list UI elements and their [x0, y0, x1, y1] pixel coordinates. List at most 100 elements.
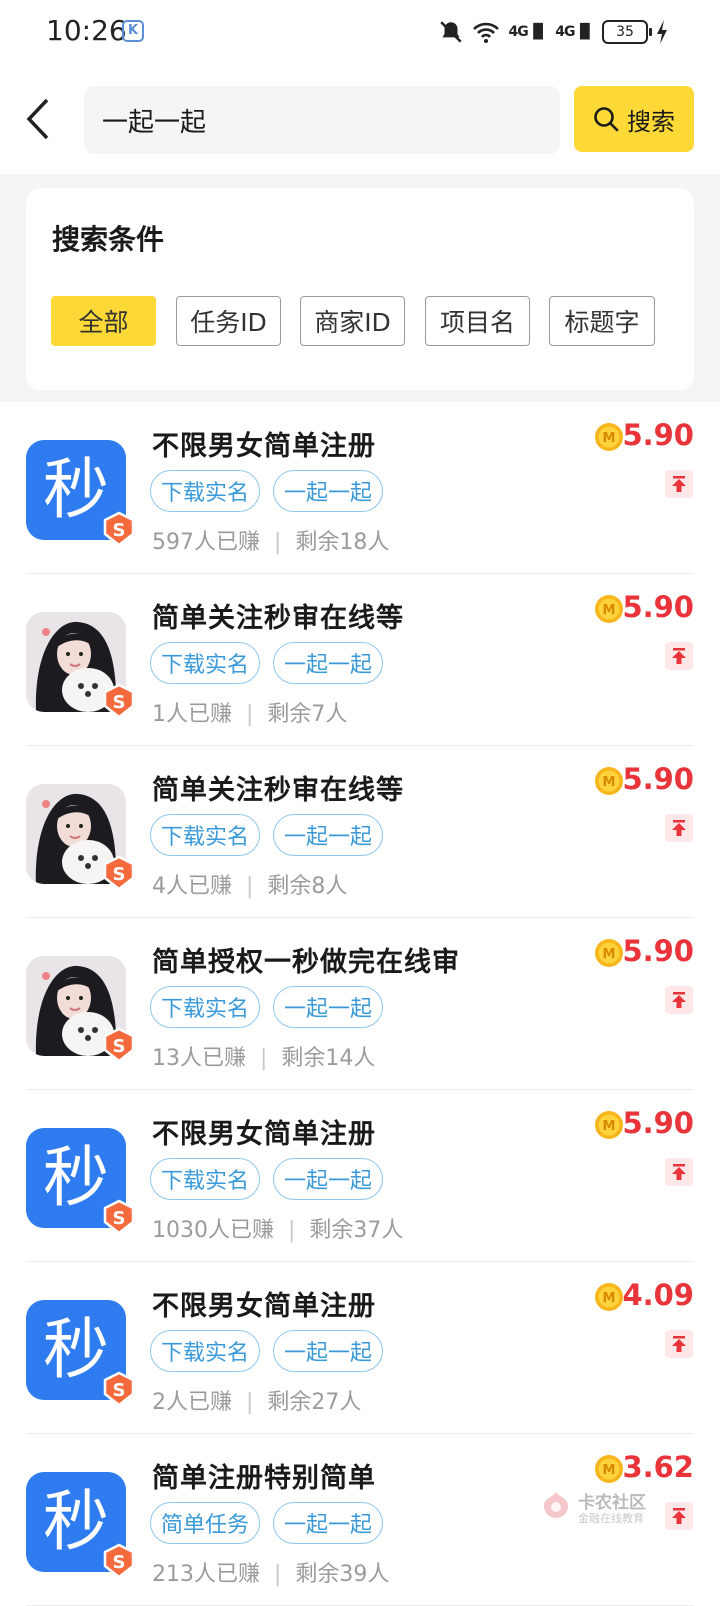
coin-icon: M	[595, 1111, 623, 1139]
pin-top-button[interactable]	[665, 1158, 693, 1186]
arrow-up-icon	[672, 820, 686, 836]
stats-separator: |	[246, 702, 254, 727]
search-button-label: 搜索	[627, 107, 675, 136]
task-stats: 13人已赚 | 剩余14人	[152, 1040, 375, 1072]
verified-badge-letter: S	[113, 1552, 126, 1573]
pin-top-button[interactable]	[665, 1330, 693, 1358]
task-app-logo: 秒S	[26, 440, 135, 547]
task-title: 简单关注秒审在线等	[152, 603, 404, 634]
verified-badge-icon: S	[103, 1199, 135, 1235]
verified-badge-letter: S	[113, 1380, 126, 1401]
mute-bell-icon	[440, 21, 463, 43]
task-tag: 一起一起	[273, 1330, 383, 1372]
task-remaining-count: 剩余39人	[295, 1562, 390, 1587]
watermark: 卡农社区 金融在线教育	[540, 1488, 660, 1528]
task-item[interactable]: 秒 S 不限男女简单注册 下载实名 一起一起 2人已赚 | 剩余27人 M 4.09	[0, 1262, 720, 1434]
task-stats: 213人已赚 | 剩余39人	[152, 1556, 389, 1588]
task-tag: 简单任务	[150, 1502, 260, 1544]
verified-badge-icon: S	[103, 855, 135, 891]
task-stats: 597人已赚 | 剩余18人	[152, 524, 389, 556]
watermark-subtitle: 金融在线教育	[578, 1512, 644, 1525]
coin-icon: M	[595, 1455, 623, 1483]
pin-top-button[interactable]	[665, 814, 693, 842]
search-box[interactable]	[84, 86, 560, 154]
arrow-up-icon	[672, 1508, 686, 1524]
task-list: 秒 S 不限男女简单注册 下载实名 一起一起 597人已赚 | 剩余18人 M 5.90 S 简单关注…	[0, 402, 720, 1606]
chip-task-id[interactable]: 任务ID	[176, 296, 281, 346]
status-time: 10:26	[46, 14, 127, 47]
arrow-up-icon	[672, 1164, 686, 1180]
coin-icon: M	[595, 595, 623, 623]
verified-badge-letter: S	[113, 520, 126, 541]
task-title: 简单注册特别简单	[152, 1463, 376, 1494]
task-earned-count: 597人已赚	[152, 530, 260, 555]
coin-letter: M	[603, 431, 616, 446]
pin-top-button[interactable]	[665, 642, 693, 670]
task-stats: 1030人已赚 | 剩余37人	[152, 1212, 403, 1244]
coin-icon: M	[595, 767, 623, 795]
watermark-logo-icon	[544, 1492, 568, 1518]
task-avatar-photo: S	[26, 956, 135, 1063]
pin-top-button[interactable]	[665, 986, 693, 1014]
task-title: 不限男女简单注册	[152, 431, 376, 462]
task-earned-count: 2人已赚	[152, 1390, 232, 1415]
task-item[interactable]: 秒 S 不限男女简单注册 下载实名 一起一起 597人已赚 | 剩余18人 M 5.90	[0, 402, 720, 574]
verified-badge-letter: S	[113, 692, 126, 713]
task-tag: 下载实名	[150, 814, 260, 856]
task-price: 5.90	[622, 762, 694, 796]
charging-icon	[657, 20, 667, 44]
chip-title-keyword[interactable]: 标题字	[549, 296, 655, 346]
chip-project-name[interactable]: 项目名	[425, 296, 530, 346]
stats-separator: |	[288, 1218, 296, 1243]
filter-title: 搜索条件	[52, 223, 165, 256]
verified-badge-letter: S	[113, 1208, 126, 1229]
task-item[interactable]: S 简单授权一秒做完在线审 下载实名 一起一起 13人已赚 | 剩余14人 M 5.90	[0, 918, 720, 1090]
stats-separator: |	[274, 1562, 282, 1587]
coin-icon: M	[595, 423, 623, 451]
task-remaining-count: 剩余18人	[295, 530, 390, 555]
coin-icon: M	[595, 1283, 623, 1311]
task-stats: 4人已赚 | 剩余8人	[152, 868, 347, 900]
task-price: 4.09	[622, 1278, 694, 1312]
stats-separator: |	[274, 530, 282, 555]
verified-badge-icon: S	[103, 1027, 135, 1063]
task-remaining-count: 剩余8人	[267, 874, 348, 899]
search-input[interactable]	[102, 86, 542, 154]
pin-top-button[interactable]	[665, 470, 693, 498]
task-title: 不限男女简单注册	[152, 1291, 376, 1322]
chip-merchant-id[interactable]: 商家ID	[300, 296, 405, 346]
filter-card: 搜索条件 全部 任务ID 商家ID 项目名 标题字	[26, 188, 694, 390]
task-price: 5.90	[622, 418, 694, 452]
task-tag: 一起一起	[273, 1158, 383, 1200]
arrow-up-icon	[672, 648, 686, 664]
back-button[interactable]	[16, 94, 60, 144]
chip-all[interactable]: 全部	[51, 296, 156, 346]
task-remaining-count: 剩余7人	[267, 702, 348, 727]
task-tag: 一起一起	[273, 642, 383, 684]
task-tag: 一起一起	[273, 1502, 383, 1544]
verified-badge-letter: S	[113, 1036, 126, 1057]
task-tag: 下载实名	[150, 470, 260, 512]
verified-badge-icon: S	[103, 1543, 135, 1579]
search-button[interactable]: 搜索	[574, 86, 694, 152]
task-tag: 一起一起	[273, 814, 383, 856]
task-item[interactable]: S 简单关注秒审在线等 下载实名 一起一起 4人已赚 | 剩余8人 M 5.90	[0, 746, 720, 918]
task-earned-count: 13人已赚	[152, 1046, 246, 1071]
battery-icon: 35	[602, 20, 652, 44]
task-item[interactable]: S 简单关注秒审在线等 下载实名 一起一起 1人已赚 | 剩余7人 M 5.90	[0, 574, 720, 746]
task-tag: 下载实名	[150, 1330, 260, 1372]
coin-letter: M	[603, 1463, 616, 1478]
coin-letter: M	[603, 1291, 616, 1306]
coin-letter: M	[603, 603, 616, 618]
arrow-up-icon	[672, 1336, 686, 1352]
task-item[interactable]: 秒 S 不限男女简单注册 下载实名 一起一起 1030人已赚 | 剩余37人 M 5.90	[0, 1090, 720, 1262]
task-app-logo: 秒S	[26, 1128, 135, 1235]
pin-top-button[interactable]	[665, 1502, 693, 1530]
status-bar: 10:26 K 4G▐▌ 4G▐▌ 35	[0, 0, 720, 64]
task-price: 5.90	[622, 590, 694, 624]
task-avatar-photo: S	[26, 784, 135, 891]
task-avatar-photo: S	[26, 612, 135, 719]
signal-4g-icon-2: 4G▐▌	[555, 24, 595, 40]
task-tag: 下载实名	[150, 642, 260, 684]
arrow-up-icon	[672, 992, 686, 1008]
